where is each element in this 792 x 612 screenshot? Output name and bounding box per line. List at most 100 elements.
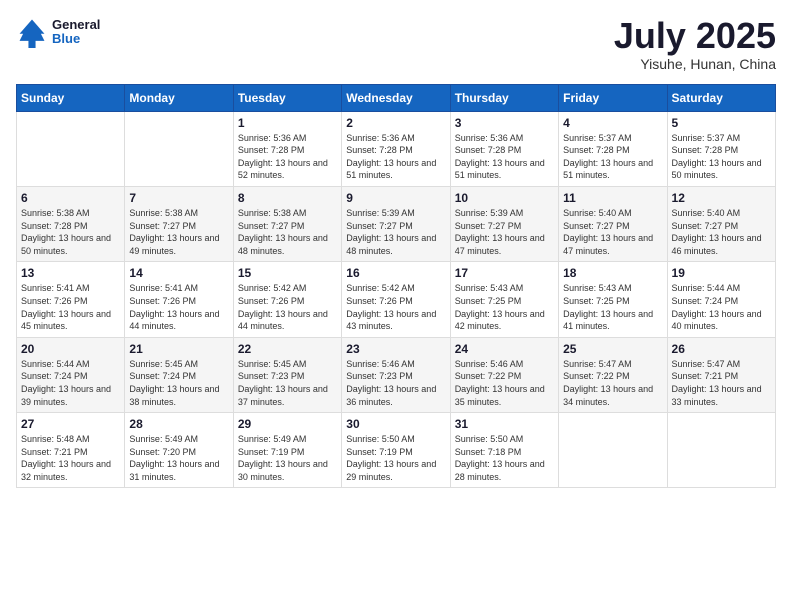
day-number: 29 (238, 417, 337, 431)
day-cell: 4Sunrise: 5:37 AM Sunset: 7:28 PM Daylig… (559, 111, 667, 186)
header-monday: Monday (125, 84, 233, 111)
day-info: Sunrise: 5:39 AM Sunset: 7:27 PM Dayligh… (455, 207, 554, 257)
day-cell: 7Sunrise: 5:38 AM Sunset: 7:27 PM Daylig… (125, 186, 233, 261)
day-info: Sunrise: 5:37 AM Sunset: 7:28 PM Dayligh… (672, 132, 771, 182)
day-number: 12 (672, 191, 771, 205)
day-info: Sunrise: 5:47 AM Sunset: 7:22 PM Dayligh… (563, 358, 662, 408)
logo-general: General (52, 18, 100, 32)
day-cell: 28 Sunrise: 5:49 AM Sunset: 7:20 PM Dayli… (125, 413, 233, 488)
day-cell: 23 Sunrise: 5:46 AM Sunset: 7:23 PM Dayli… (342, 337, 450, 412)
day-cell: 29Sunrise: 5:49 AM Sunset: 7:19 PM Dayli… (233, 413, 341, 488)
day-cell: 8 Sunrise: 5:38 AM Sunset: 7:27 PM Daylig… (233, 186, 341, 261)
logo-text: General Blue (52, 18, 100, 47)
logo-blue: Blue (52, 32, 100, 46)
header-sunday: Sunday (17, 84, 125, 111)
day-cell: 1 Sunrise: 5:36 AM Sunset: 7:28 PM Daylig… (233, 111, 341, 186)
header-saturday: Saturday (667, 84, 775, 111)
day-info: Sunrise: 5:48 AM Sunset: 7:21 PM Dayligh… (21, 433, 120, 483)
day-number: 1 (238, 116, 337, 130)
day-cell (125, 111, 233, 186)
day-number: 24 (455, 342, 554, 356)
day-cell: 20Sunrise: 5:44 AM Sunset: 7:24 PM Dayli… (17, 337, 125, 412)
day-info: Sunrise: 5:38 AM Sunset: 7:27 PM Dayligh… (238, 207, 337, 257)
day-cell: 13 Sunrise: 5:41 AM Sunset: 7:26 PM Dayli… (17, 262, 125, 337)
day-info: Sunrise: 5:44 AM Sunset: 7:24 PM Dayligh… (21, 358, 120, 408)
day-cell: 15 Sunrise: 5:42 AM Sunset: 7:26 PM Dayli… (233, 262, 341, 337)
day-cell: 30 Sunrise: 5:50 AM Sunset: 7:19 PM Dayli… (342, 413, 450, 488)
day-info: Sunrise: 5:41 AM Sunset: 7:26 PM Dayligh… (129, 282, 228, 332)
day-info: Sunrise: 5:50 AM Sunset: 7:19 PM Dayligh… (346, 433, 445, 483)
day-number: 15 (238, 266, 337, 280)
day-cell: 26 Sunrise: 5:47 AM Sunset: 7:21 PM Dayli… (667, 337, 775, 412)
day-number: 14 (129, 266, 228, 280)
day-number: 6 (21, 191, 120, 205)
day-number: 9 (346, 191, 445, 205)
day-info: Sunrise: 5:45 AM Sunset: 7:24 PM Dayligh… (129, 358, 228, 408)
day-info: Sunrise: 5:42 AM Sunset: 7:26 PM Dayligh… (238, 282, 337, 332)
day-number: 17 (455, 266, 554, 280)
day-cell: 5Sunrise: 5:37 AM Sunset: 7:28 PM Daylig… (667, 111, 775, 186)
day-info: Sunrise: 5:49 AM Sunset: 7:20 PM Dayligh… (129, 433, 228, 483)
day-cell: 17 Sunrise: 5:43 AM Sunset: 7:25 PM Dayli… (450, 262, 558, 337)
day-number: 8 (238, 191, 337, 205)
day-info: Sunrise: 5:38 AM Sunset: 7:28 PM Dayligh… (21, 207, 120, 257)
day-info: Sunrise: 5:47 AM Sunset: 7:21 PM Dayligh… (672, 358, 771, 408)
logo: General Blue (16, 16, 100, 48)
day-number: 10 (455, 191, 554, 205)
day-number: 27 (21, 417, 120, 431)
page-header: General Blue July 2025 Yisuhe, Hunan, Ch… (16, 16, 776, 72)
day-number: 28 (129, 417, 228, 431)
location: Yisuhe, Hunan, China (614, 56, 776, 72)
header-wednesday: Wednesday (342, 84, 450, 111)
day-number: 26 (672, 342, 771, 356)
day-number: 18 (563, 266, 662, 280)
day-info: Sunrise: 5:40 AM Sunset: 7:27 PM Dayligh… (563, 207, 662, 257)
day-cell: 2 Sunrise: 5:36 AM Sunset: 7:28 PM Daylig… (342, 111, 450, 186)
day-cell: 14 Sunrise: 5:41 AM Sunset: 7:26 PM Dayli… (125, 262, 233, 337)
week-row-4: 20Sunrise: 5:44 AM Sunset: 7:24 PM Dayli… (17, 337, 776, 412)
day-number: 25 (563, 342, 662, 356)
day-info: Sunrise: 5:43 AM Sunset: 7:25 PM Dayligh… (563, 282, 662, 332)
week-row-3: 13 Sunrise: 5:41 AM Sunset: 7:26 PM Dayli… (17, 262, 776, 337)
day-number: 31 (455, 417, 554, 431)
day-cell: 19 Sunrise: 5:44 AM Sunset: 7:24 PM Dayli… (667, 262, 775, 337)
week-row-1: 1 Sunrise: 5:36 AM Sunset: 7:28 PM Daylig… (17, 111, 776, 186)
day-number: 30 (346, 417, 445, 431)
day-number: 21 (129, 342, 228, 356)
day-number: 19 (672, 266, 771, 280)
day-info: Sunrise: 5:50 AM Sunset: 7:18 PM Dayligh… (455, 433, 554, 483)
day-cell: 25 Sunrise: 5:47 AM Sunset: 7:22 PM Dayli… (559, 337, 667, 412)
header-thursday: Thursday (450, 84, 558, 111)
day-cell: 18 Sunrise: 5:43 AM Sunset: 7:25 PM Dayli… (559, 262, 667, 337)
day-cell: 6 Sunrise: 5:38 AM Sunset: 7:28 PM Daylig… (17, 186, 125, 261)
day-number: 2 (346, 116, 445, 130)
day-info: Sunrise: 5:46 AM Sunset: 7:23 PM Dayligh… (346, 358, 445, 408)
day-info: Sunrise: 5:43 AM Sunset: 7:25 PM Dayligh… (455, 282, 554, 332)
day-cell: 9 Sunrise: 5:39 AM Sunset: 7:27 PM Daylig… (342, 186, 450, 261)
day-cell: 24Sunrise: 5:46 AM Sunset: 7:22 PM Dayli… (450, 337, 558, 412)
day-number: 3 (455, 116, 554, 130)
header-tuesday: Tuesday (233, 84, 341, 111)
day-info: Sunrise: 5:36 AM Sunset: 7:28 PM Dayligh… (346, 132, 445, 182)
day-cell: 27 Sunrise: 5:48 AM Sunset: 7:21 PM Dayli… (17, 413, 125, 488)
day-info: Sunrise: 5:41 AM Sunset: 7:26 PM Dayligh… (21, 282, 120, 332)
day-cell (559, 413, 667, 488)
day-number: 23 (346, 342, 445, 356)
day-info: Sunrise: 5:44 AM Sunset: 7:24 PM Dayligh… (672, 282, 771, 332)
day-cell: 22Sunrise: 5:45 AM Sunset: 7:23 PM Dayli… (233, 337, 341, 412)
day-info: Sunrise: 5:36 AM Sunset: 7:28 PM Dayligh… (238, 132, 337, 182)
header-friday: Friday (559, 84, 667, 111)
day-cell: 11 Sunrise: 5:40 AM Sunset: 7:27 PM Dayli… (559, 186, 667, 261)
day-number: 13 (21, 266, 120, 280)
day-number: 22 (238, 342, 337, 356)
calendar-table: SundayMondayTuesdayWednesdayThursdayFrid… (16, 84, 776, 489)
day-cell: 10 Sunrise: 5:39 AM Sunset: 7:27 PM Dayli… (450, 186, 558, 261)
day-info: Sunrise: 5:36 AM Sunset: 7:28 PM Dayligh… (455, 132, 554, 182)
day-number: 11 (563, 191, 662, 205)
day-info: Sunrise: 5:42 AM Sunset: 7:26 PM Dayligh… (346, 282, 445, 332)
day-number: 7 (129, 191, 228, 205)
day-info: Sunrise: 5:37 AM Sunset: 7:28 PM Dayligh… (563, 132, 662, 182)
day-cell: 3 Sunrise: 5:36 AM Sunset: 7:28 PM Daylig… (450, 111, 558, 186)
day-info: Sunrise: 5:39 AM Sunset: 7:27 PM Dayligh… (346, 207, 445, 257)
title-block: July 2025 Yisuhe, Hunan, China (614, 16, 776, 72)
